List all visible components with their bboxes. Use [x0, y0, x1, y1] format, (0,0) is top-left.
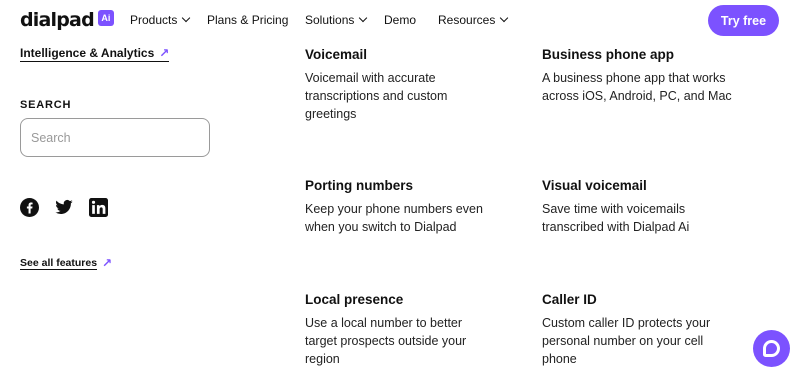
search-heading: SEARCH: [20, 99, 72, 111]
feature-title: Voicemail: [305, 47, 368, 62]
feature-voicemail[interactable]: Voicemail Voicemail with accurate transc…: [305, 46, 505, 123]
feature-desc: Custom caller ID protects your personal …: [542, 316, 711, 366]
nav-products-label: Products: [130, 13, 178, 27]
arrow-up-right-icon: ↗: [102, 256, 113, 270]
search-input[interactable]: [20, 118, 210, 157]
nav-solutions[interactable]: Solutions: [305, 13, 368, 27]
nav-plans-label: Plans & Pricing: [207, 13, 289, 27]
feature-visual-voicemail[interactable]: Visual voicemail Save time with voicemai…: [542, 177, 742, 236]
nav-demo[interactable]: Demo: [384, 13, 416, 27]
nav-resources-label: Resources: [438, 13, 496, 27]
feature-title: Local presence: [305, 292, 404, 307]
see-all-label: See all features: [20, 256, 98, 270]
arrow-up-right-icon: ↗: [159, 46, 170, 60]
chevron-down-icon: [500, 13, 509, 23]
feature-desc: A business phone app that works across i…: [542, 71, 732, 103]
nav-resources[interactable]: Resources: [438, 13, 509, 27]
feature-title: Caller ID: [542, 292, 597, 307]
linkedin-icon[interactable]: [89, 198, 108, 217]
nav-solutions-label: Solutions: [305, 13, 355, 27]
intelligence-analytics-link[interactable]: Intelligence & Analytics ↗: [20, 46, 170, 62]
top-nav: dialpad Ai Products Plans & Pricing Solu…: [0, 0, 800, 42]
feature-title: Visual voicemail: [542, 178, 647, 193]
try-free-button[interactable]: Try free: [708, 5, 779, 36]
dialpad-logo[interactable]: dialpad Ai: [20, 9, 114, 31]
nav-demo-label: Demo: [384, 13, 417, 27]
nav-plans-pricing[interactable]: Plans & Pricing: [207, 13, 288, 27]
feature-desc: Voicemail with accurate transcriptions a…: [305, 71, 448, 121]
feature-caller-id[interactable]: Caller ID Custom caller ID protects your…: [542, 291, 742, 368]
see-all-features-link[interactable]: See all features ↗: [20, 256, 112, 270]
logo-text: dialpad: [20, 9, 95, 31]
feature-desc: Save time with voicemails transcribed wi…: [542, 202, 690, 234]
feature-local-presence[interactable]: Local presence Use a local number to bet…: [305, 291, 505, 368]
logo-ai-badge: Ai: [97, 10, 114, 26]
facebook-icon[interactable]: [20, 198, 39, 217]
feature-title: Porting numbers: [305, 178, 414, 193]
feature-porting-numbers[interactable]: Porting numbers Keep your phone numbers …: [305, 177, 505, 236]
chat-launcher-button[interactable]: [753, 330, 790, 367]
chevron-down-icon: [182, 13, 191, 23]
chat-bubble-icon: [763, 340, 780, 357]
nav-products[interactable]: Products: [130, 13, 191, 27]
intel-link-label: Intelligence & Analytics: [20, 46, 155, 60]
twitter-icon[interactable]: [54, 198, 74, 217]
feature-business-phone-app[interactable]: Business phone app A business phone app …: [542, 46, 742, 105]
feature-desc: Keep your phone numbers even when you sw…: [305, 202, 483, 234]
feature-desc: Use a local number to better target pros…: [305, 316, 467, 366]
chevron-down-icon: [359, 13, 368, 23]
feature-title: Business phone app: [542, 47, 675, 62]
